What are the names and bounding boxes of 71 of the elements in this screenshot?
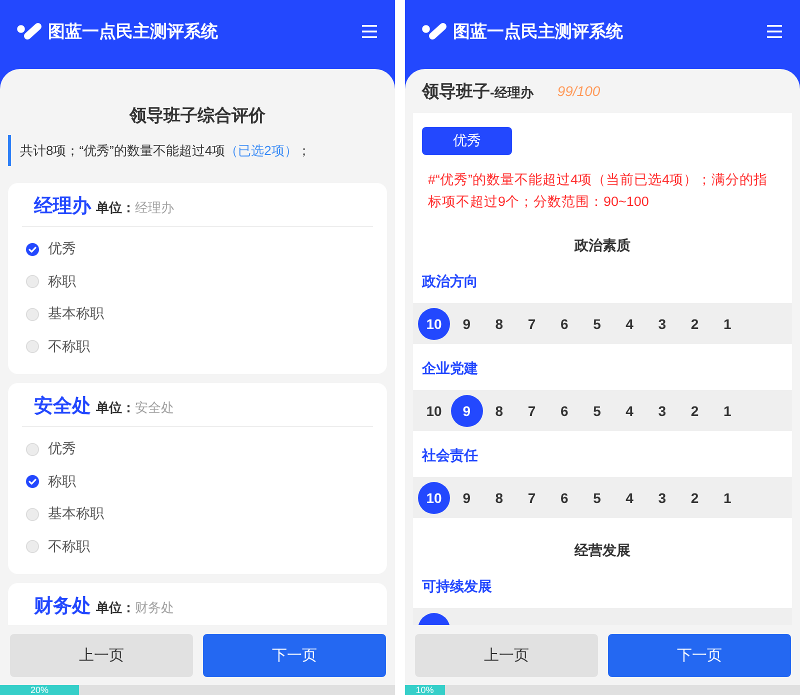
previous-page-button[interactable]: 上一页 xyxy=(10,634,193,677)
score-option[interactable]: 3 xyxy=(646,482,678,514)
app-title: 图蓝一点民主测评系统 xyxy=(453,20,623,42)
criterion-label: 政治方向 xyxy=(422,272,478,291)
radio-option[interactable]: 不称职 xyxy=(22,330,90,363)
score-option[interactable]: 1 xyxy=(711,394,744,426)
score-option[interactable]: 8 xyxy=(483,394,516,426)
unit-value: 经理办 xyxy=(135,199,174,217)
score-option[interactable]: 6 xyxy=(548,394,580,426)
menu-icon[interactable] xyxy=(362,24,377,38)
radio-option[interactable]: 称职 xyxy=(22,266,76,298)
radio-option[interactable]: 基本称职 xyxy=(22,298,104,330)
score-option[interactable]: 5 xyxy=(580,308,613,340)
panel-title: 领导班子-经理办 xyxy=(422,80,534,102)
section-title: 经营发展 xyxy=(574,541,630,560)
score-option[interactable]: 4 xyxy=(614,394,646,426)
score-option[interactable]: 6 xyxy=(548,482,580,514)
unit-label: 单位： xyxy=(96,599,135,617)
menu-icon[interactable] xyxy=(767,24,782,38)
unit-name: 财务处 xyxy=(34,595,91,619)
unit-name: 安全处 xyxy=(34,395,91,419)
next-page-button[interactable]: 下一页 xyxy=(608,634,791,677)
score-option[interactable]: 2 xyxy=(678,482,711,514)
page-title: 领导班子综合评价 xyxy=(130,105,266,127)
radio-option[interactable]: 称职 xyxy=(22,466,76,498)
logo-icon xyxy=(17,22,42,40)
score-option[interactable]: 2 xyxy=(678,394,711,426)
score-option[interactable]: 7 xyxy=(516,482,548,514)
criterion-label: 可持续发展 xyxy=(422,577,492,596)
unit-value: 财务处 xyxy=(135,599,174,617)
criterion-label: 企业党建 xyxy=(422,359,478,378)
unit-value: 安全处 xyxy=(135,399,174,417)
unit-label: 单位： xyxy=(96,199,135,217)
score-option[interactable]: 7 xyxy=(516,308,548,340)
progress-label: 20% xyxy=(30,685,48,695)
grade-button[interactable]: 优秀 xyxy=(422,127,512,155)
next-page-button[interactable]: 下一页 xyxy=(203,634,386,677)
unit-name: 经理办 xyxy=(34,195,91,219)
score-option[interactable]: 4 xyxy=(614,308,646,340)
radio-option[interactable]: 不称职 xyxy=(22,530,90,563)
score-option[interactable]: 10 xyxy=(418,394,450,426)
score-option[interactable]: 2 xyxy=(678,308,711,340)
score-option[interactable]: 10 xyxy=(418,482,450,514)
score-option[interactable]: 3 xyxy=(646,308,678,340)
score-option[interactable]: 9 xyxy=(450,482,483,514)
notice-text: 共计8项；“优秀”的数量不能超过4项（已选2项）； xyxy=(8,135,387,166)
radio-option[interactable]: 基本称职 xyxy=(22,498,104,530)
score-option[interactable]: 9 xyxy=(450,394,483,426)
previous-page-button[interactable]: 上一页 xyxy=(415,634,598,677)
score-option[interactable]: 1 xyxy=(711,482,744,514)
section-title: 政治素质 xyxy=(574,236,630,255)
score-option[interactable]: 8 xyxy=(483,482,516,514)
logo-icon xyxy=(422,22,447,40)
score-option[interactable]: 6 xyxy=(548,308,580,340)
app-title: 图蓝一点民主测评系统 xyxy=(48,20,218,42)
radio-option[interactable]: 优秀 xyxy=(22,433,76,466)
score-option[interactable]: 3 xyxy=(646,394,678,426)
score-option[interactable]: 7 xyxy=(516,394,548,426)
score-option[interactable]: 5 xyxy=(580,482,613,514)
score-option[interactable]: 5 xyxy=(580,394,613,426)
total-score: 99/100 xyxy=(557,83,600,99)
score-option[interactable]: 9 xyxy=(450,308,483,340)
unit-label: 单位： xyxy=(96,399,135,417)
criterion-label: 社会责任 xyxy=(422,446,478,465)
score-option[interactable]: 1 xyxy=(711,308,744,340)
score-option[interactable]: 8 xyxy=(483,308,516,340)
score-option[interactable]: 4 xyxy=(614,482,646,514)
progress-label: 10% xyxy=(416,685,434,695)
score-option[interactable]: 10 xyxy=(418,308,450,340)
radio-option[interactable]: 优秀 xyxy=(22,233,76,266)
warning-text: #“优秀”的数量不能超过4项（当前已选4项）；满分的指标项不超过9个；分数范围：90~100 xyxy=(428,171,768,211)
